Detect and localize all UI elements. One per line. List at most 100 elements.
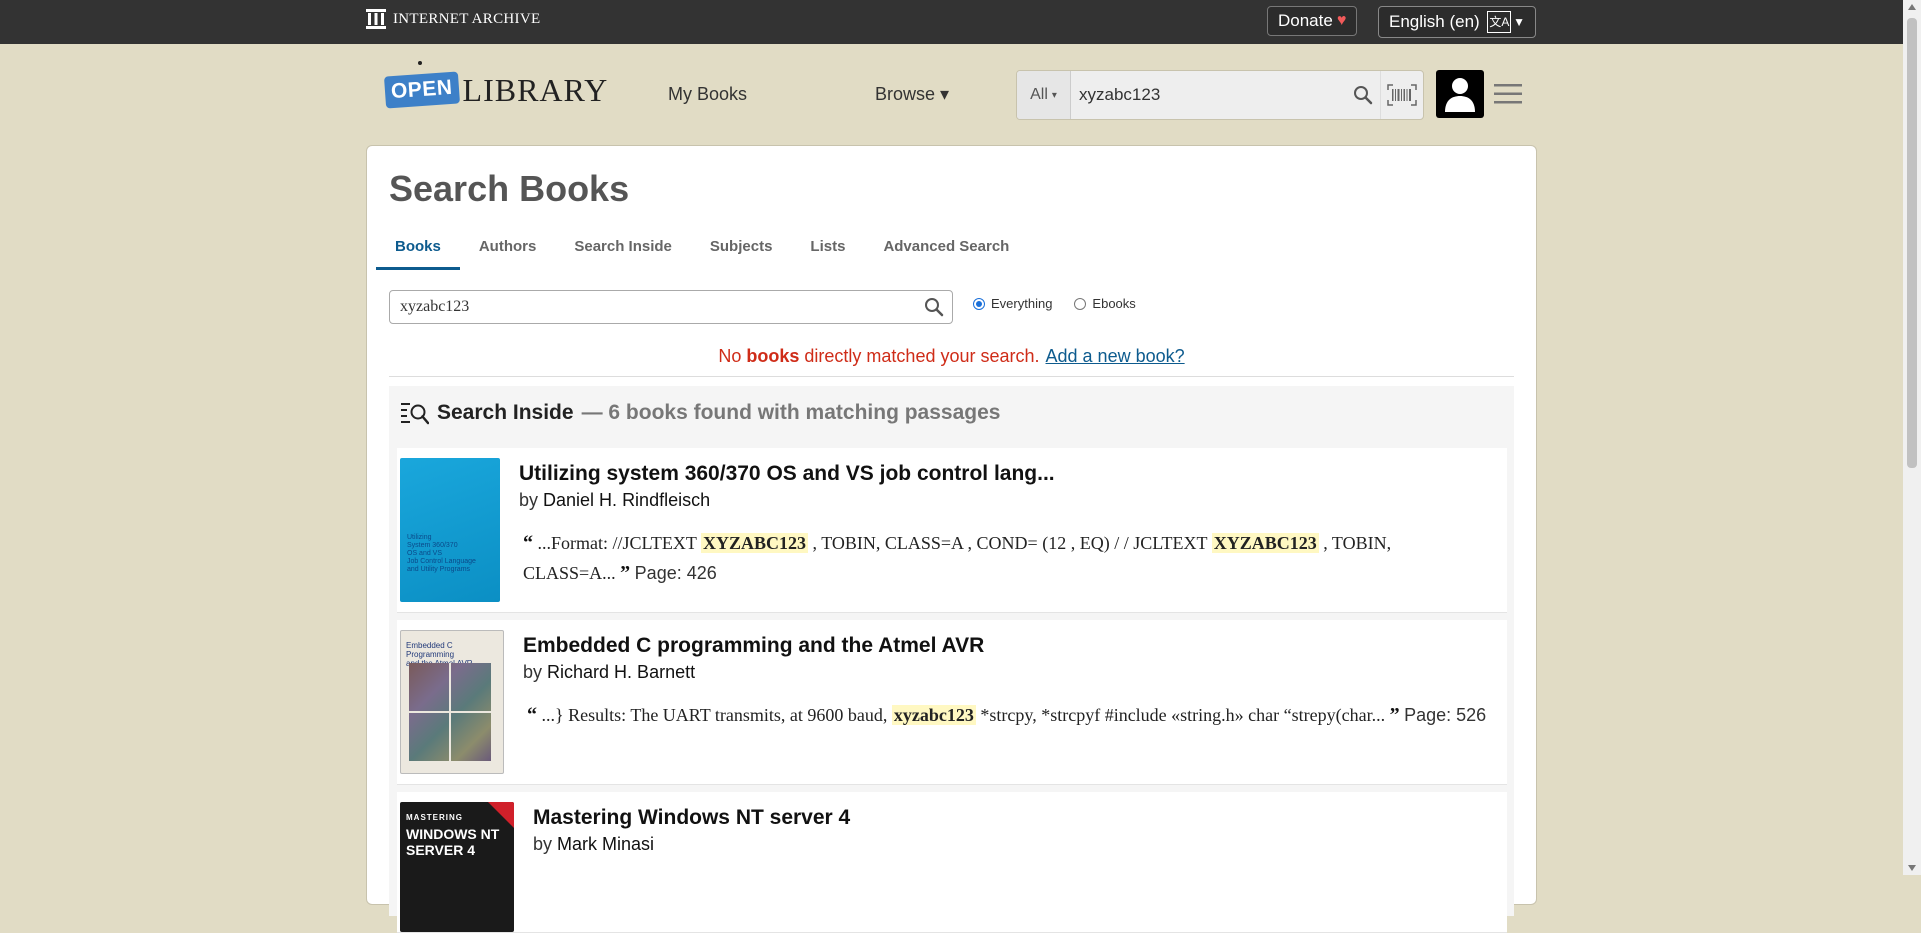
cover-text-line: MASTERING <box>406 813 463 822</box>
no-match-pre: No <box>718 346 747 366</box>
search-results-card: Search Books Books Authors Search Inside… <box>366 145 1537 933</box>
close-quote-icon: ” <box>1389 704 1400 726</box>
no-match-post: directly matched your search. <box>799 346 1040 366</box>
radio-everything-label: Everything <box>991 296 1053 311</box>
book-author-line: by Richard H. Barnett <box>523 662 695 683</box>
tab-lists[interactable]: Lists <box>791 226 864 270</box>
book-title-link[interactable]: Embedded C programming and the Atmel AVR <box>523 634 984 658</box>
book-title-link[interactable]: Utilizing system 360/370 OS and VS job c… <box>519 462 1055 486</box>
book-cover[interactable]: Utilizing System 360/370 OS and VS Job C… <box>400 458 500 602</box>
by-label: by <box>523 662 543 682</box>
open-quote-icon: “ <box>527 704 537 726</box>
search-tabs: Books Authors Search Inside Subjects Lis… <box>376 226 1028 270</box>
donate-label: Donate <box>1278 11 1333 30</box>
nav-browse[interactable]: Browse ▾ <box>875 84 949 105</box>
author-link[interactable]: Mark Minasi <box>557 834 654 854</box>
search-inside-count: — 6 books found with matching passages <box>581 401 1001 424</box>
search-inside-result: Utilizing System 360/370 OS and VS Job C… <box>397 448 1507 613</box>
cover-image <box>409 663 491 761</box>
donate-button[interactable]: Donate ♥ <box>1267 6 1358 36</box>
cover-text-line: SERVER 4 <box>406 842 475 858</box>
cover-text-line: and Utility Programs <box>407 566 471 573</box>
radio-everything[interactable] <box>973 297 985 310</box>
heart-icon: ♥ <box>1336 12 1347 29</box>
language-selector[interactable]: English (en) 文A ▼ <box>1378 6 1536 38</box>
search-icon[interactable] <box>1346 85 1380 105</box>
search-mode-radios: Everything Ebooks <box>973 296 1158 311</box>
author-link[interactable]: Richard H. Barnett <box>547 662 695 682</box>
scroll-up-arrow-icon[interactable] <box>1908 4 1916 10</box>
cover-text-line: System 360/370 <box>407 542 458 549</box>
open-quote-icon: “ <box>523 532 533 554</box>
search-scope-value: All <box>1030 86 1048 103</box>
search-scope-select[interactable]: All ▾ <box>1017 71 1071 119</box>
matching-passage: “ ...Format: //JCLTEXT XYZABC123 , TOBIN… <box>523 528 1483 588</box>
by-label: by <box>533 834 553 854</box>
tab-books[interactable]: Books <box>376 226 460 270</box>
page-scrollbar[interactable] <box>1903 0 1921 875</box>
tab-advanced-search[interactable]: Advanced Search <box>864 226 1028 270</box>
no-match-message: No books directly matched your search. Ad… <box>367 346 1536 367</box>
logo-open: OPEN <box>383 71 460 109</box>
tab-authors[interactable]: Authors <box>460 226 556 270</box>
radio-ebooks-label: Ebooks <box>1092 296 1136 311</box>
book-cover[interactable]: MASTERING WINDOWS NT SERVER 4 <box>400 802 514 932</box>
cover-text-line: Embedded C Programming <box>406 641 455 659</box>
search-inside-result: Embedded C Programming and the Atmel AVR… <box>397 620 1507 785</box>
search-icon[interactable] <box>916 297 952 317</box>
cover-text-line: Job Control Language <box>407 558 476 565</box>
book-author-line: by Daniel H. Rindfleisch <box>519 490 710 511</box>
internet-archive-logo[interactable]: INTERNET ARCHIVE <box>365 8 540 30</box>
internet-archive-logo-text: INTERNET ARCHIVE <box>393 10 541 27</box>
header-search-input[interactable] <box>1071 71 1346 119</box>
page-number-link[interactable]: Page: 526 <box>1404 705 1486 725</box>
tab-subjects[interactable]: Subjects <box>691 226 792 270</box>
books-search-box <box>389 290 953 324</box>
nav-my-books[interactable]: My Books <box>668 84 747 105</box>
tab-search-inside[interactable]: Search Inside <box>555 226 691 270</box>
author-link[interactable]: Daniel H. Rindfleisch <box>543 490 710 510</box>
logo-library: LIBRARY <box>462 71 609 108</box>
snippet-highlight: xyzabc123 <box>891 705 976 725</box>
snippet-text: *strcpy, *strcpyf #include «string.h» ch… <box>975 705 1390 725</box>
scrollbar-thumb[interactable] <box>1907 18 1917 468</box>
by-label: by <box>519 490 539 510</box>
translate-icon: 文A <box>1487 11 1512 33</box>
book-title-link[interactable]: Mastering Windows NT server 4 <box>533 806 850 830</box>
page-title: Search Books <box>389 168 630 209</box>
page-number-link[interactable]: Page: 426 <box>635 563 717 583</box>
user-icon <box>1445 78 1475 112</box>
book-author-line: by Mark Minasi <box>533 834 654 855</box>
add-new-book-link[interactable]: Add a new book? <box>1046 346 1185 366</box>
internet-archive-bar: INTERNET ARCHIVE Donate ♥ English (en) 文… <box>0 0 1921 44</box>
archive-building-icon <box>366 9 386 29</box>
cover-text-line: WINDOWS NT <box>406 826 500 842</box>
cover-text-line: Utilizing <box>407 534 432 541</box>
search-inside-title: Search Inside <box>437 401 574 424</box>
search-inside-result: MASTERING WINDOWS NT SERVER 4 Mastering … <box>397 792 1507 933</box>
search-inside-section: Search Inside — 6 books found with match… <box>389 386 1514 933</box>
barcode-scanner-icon[interactable] <box>1380 71 1423 119</box>
radio-ebooks[interactable] <box>1074 297 1087 310</box>
book-cover[interactable]: Embedded C Programming and the Atmel AVR <box>400 630 504 774</box>
snippet-text: , TOBIN, CLASS=A , COND= (12 , EQ) / / J… <box>808 533 1212 553</box>
snippet-highlight: XYZABC123 <box>1211 533 1319 553</box>
hamburger-menu-icon[interactable] <box>1494 83 1522 105</box>
search-inside-icon <box>401 403 429 425</box>
logo-dot <box>418 61 422 65</box>
search-inside-header: Search Inside — 6 books found with match… <box>401 400 1000 426</box>
header-search-bar: All ▾ <box>1016 70 1424 120</box>
snippet-highlight: XYZABC123 <box>701 533 809 553</box>
snippet-text: ...} Results: The UART transmits, at 960… <box>541 705 892 725</box>
language-label: English (en) <box>1389 12 1480 31</box>
chevron-down-icon: ▾ <box>1051 89 1057 101</box>
radio-everything-option[interactable]: Everything <box>973 296 1052 311</box>
user-avatar-button[interactable] <box>1436 70 1484 118</box>
cover-text-line: OS and VS <box>407 550 443 557</box>
radio-ebooks-option[interactable]: Ebooks <box>1074 296 1136 311</box>
matching-passage: “ ...} Results: The UART transmits, at 9… <box>527 700 1487 730</box>
no-match-bold: books <box>746 346 800 366</box>
scroll-down-arrow-icon[interactable] <box>1908 865 1916 871</box>
books-search-input[interactable] <box>390 298 916 316</box>
open-library-logo[interactable]: OPEN LIBRARY <box>383 61 609 116</box>
